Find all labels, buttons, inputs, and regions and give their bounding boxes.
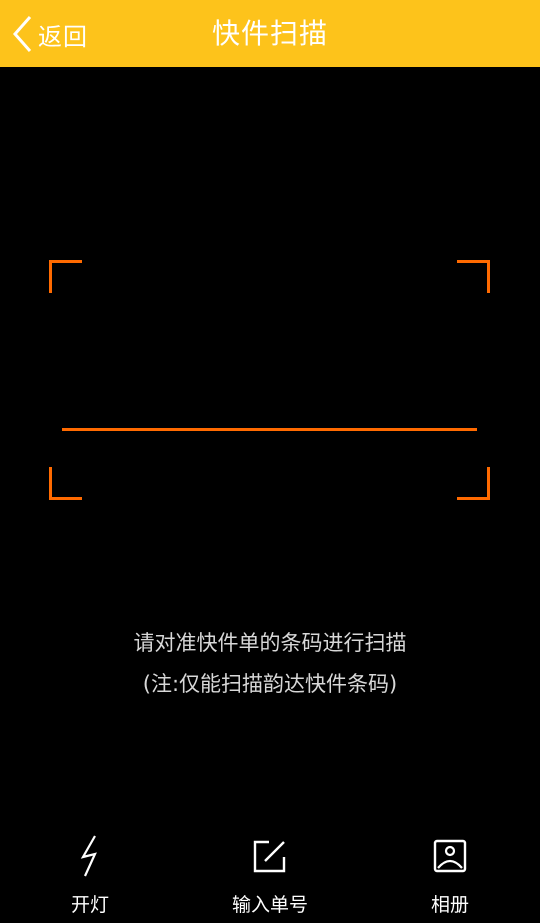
scan-frame xyxy=(49,260,490,500)
header-bar: 快件扫描 返回 xyxy=(0,0,540,67)
image-icon xyxy=(430,834,470,878)
album-label: 相册 xyxy=(430,894,469,916)
flashlight-button[interactable]: 开灯 xyxy=(20,828,160,917)
edit-icon xyxy=(250,834,290,878)
album-button[interactable]: 相册 xyxy=(380,828,520,917)
scan-corner-top-left xyxy=(49,260,82,293)
manual-entry-button[interactable]: 输入单号 xyxy=(200,828,340,917)
lightning-icon xyxy=(70,834,110,878)
chevron-left-icon xyxy=(10,14,36,54)
scan-hint: 请对准快件单的条码进行扫描 xyxy=(133,631,407,655)
scan-note: (注:仅能扫描韵达快件条码) xyxy=(142,672,398,696)
back-button[interactable]: 返回 xyxy=(10,10,88,58)
flashlight-label: 开灯 xyxy=(70,894,109,916)
scan-line xyxy=(62,428,477,431)
scan-corner-top-right xyxy=(457,260,490,293)
bottom-toolbar: 开灯 输入单号 相册 xyxy=(0,828,540,923)
manual-entry-label: 输入单号 xyxy=(231,894,308,916)
back-label: 返回 xyxy=(38,22,88,51)
scan-corner-bottom-left xyxy=(49,467,82,500)
scan-corner-bottom-right xyxy=(457,467,490,500)
scan-screen: 快件扫描 返回 请对准快件单的条码进行扫描 (注:仅能扫描韵达快件条码) 开灯 xyxy=(0,0,540,923)
